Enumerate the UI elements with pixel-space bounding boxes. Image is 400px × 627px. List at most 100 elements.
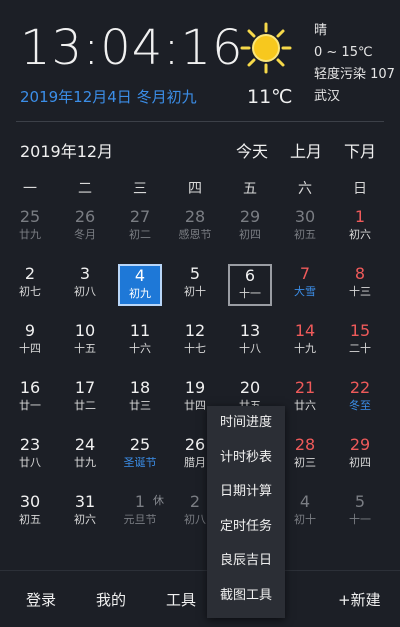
lunar-label: 廿六 [294, 399, 316, 412]
calendar-day[interactable]: 22 冬至 [338, 375, 382, 423]
calendar-day[interactable]: 15 二十 [338, 318, 382, 366]
lunar-label: 初四 [239, 228, 261, 241]
tools-button[interactable]: 工具 [166, 589, 196, 610]
lunar-label: 十八 [239, 342, 261, 355]
calendar-day[interactable]: 8 十三 [338, 261, 382, 309]
menu-item-time-progress[interactable]: 时间进度 [207, 406, 285, 440]
bottom-bar: 登录 我的 工具 +新建 [0, 570, 400, 627]
next-month-button[interactable]: 下月 [344, 138, 376, 162]
lunar-label: 十九 [294, 342, 316, 355]
day-number: 7 [299, 264, 311, 283]
calendar-day[interactable]: 10 十五 [63, 318, 107, 366]
menu-item-screenshot-tool[interactable]: 截图工具 [207, 579, 285, 613]
tools-menu: 时间进度 计时秒表 日期计算 定时任务 良辰吉日 截图工具 [207, 406, 285, 618]
rest-badge: 休 [153, 494, 164, 507]
calendar-day[interactable]: 21 廿六 [283, 375, 327, 423]
lunar-label: 大雪 [294, 285, 316, 298]
day-number: 4 [299, 492, 311, 511]
calendar-day[interactable]: 27 初二 [118, 204, 162, 252]
day-number: 31 [74, 492, 96, 511]
day-number: 16 [19, 378, 41, 397]
day-number: 9 [24, 321, 36, 340]
day-number: 8 [354, 264, 366, 283]
today-button[interactable]: 今天 [236, 138, 268, 162]
calendar-day[interactable]: 5 初十 [173, 261, 217, 309]
calendar-day[interactable]: 30 初五 [283, 204, 327, 252]
calendar-day[interactable]: 3 初八 [63, 261, 107, 309]
lunar-label: 初八 [74, 285, 96, 298]
lunar-label: 廿三 [129, 399, 151, 412]
day-number: 21 [294, 378, 316, 397]
weekday-label: 六 [298, 181, 312, 197]
weather-info[interactable]: 晴 0 ~ 15℃ 轻度污染 107 武汉 [314, 20, 395, 108]
calendar-day[interactable]: 28 初三 [283, 432, 327, 480]
day-number: 11 [129, 321, 151, 340]
weekday-label: 三 [133, 181, 147, 197]
day-number: 28 [294, 435, 316, 454]
lunar-label: 初六 [74, 513, 96, 526]
calendar-day[interactable]: 23 廿八 [8, 432, 52, 480]
new-button[interactable]: +新建 [338, 589, 381, 610]
menu-item-auspicious-day[interactable]: 良辰吉日 [207, 544, 285, 578]
current-temperature: 11℃ [247, 86, 293, 108]
temperature-range: 0 ~ 15℃ [314, 45, 373, 60]
day-number: 20 [239, 378, 261, 397]
day-number: 25 [129, 435, 151, 454]
weekday-label: 一 [23, 181, 37, 197]
weekday-label: 日 [353, 181, 367, 197]
city-name: 武汉 [314, 89, 341, 104]
day-number: 1 [354, 207, 366, 226]
lunar-label: 初十 [184, 285, 206, 298]
day-number: 29 [349, 435, 371, 454]
menu-item-stopwatch[interactable]: 计时秒表 [207, 441, 285, 475]
calendar-day[interactable]: 13 十八 [228, 318, 272, 366]
lunar-label: 十七 [184, 342, 206, 355]
day-number: 5 [189, 264, 201, 283]
day-number: 18 [129, 378, 151, 397]
day-number: 5 [354, 492, 366, 511]
day-number: 3 [79, 264, 91, 283]
calendar-day[interactable]: 31 初六 [63, 489, 107, 537]
month-title[interactable]: 2019年12月 [20, 138, 113, 162]
menu-item-scheduled-task[interactable]: 定时任务 [207, 510, 285, 544]
calendar-day[interactable]: 24 廿九 [63, 432, 107, 480]
login-button[interactable]: 登录 [26, 589, 56, 610]
calendar-day[interactable]: 6 十一 [228, 264, 272, 306]
day-number: 15 [349, 321, 371, 340]
calendar-day[interactable]: 14 十九 [283, 318, 327, 366]
calendar-day[interactable]: 2 初七 [8, 261, 52, 309]
lunar-label: 十一 [239, 287, 261, 300]
day-number: 19 [184, 378, 206, 397]
weekday-label: 五 [243, 181, 257, 197]
calendar-day[interactable]: 26 冬月 [63, 204, 107, 252]
day-number: 23 [19, 435, 41, 454]
calendar-day[interactable]: 29 初四 [338, 432, 382, 480]
calendar-day[interactable]: 12 十七 [173, 318, 217, 366]
lunar-label: 廿九 [74, 456, 96, 469]
calendar-day[interactable]: 29 初四 [228, 204, 272, 252]
calendar-day[interactable]: 17 廿二 [63, 375, 107, 423]
calendar-day[interactable]: 9 十四 [8, 318, 52, 366]
calendar-day[interactable]: 7 大雪 [283, 261, 327, 309]
lunar-label: 廿二 [74, 399, 96, 412]
calendar-day[interactable]: 4 初九 [118, 264, 162, 306]
calendar-day[interactable]: 25 圣诞节 [118, 432, 162, 480]
menu-item-date-calculator[interactable]: 日期计算 [207, 475, 285, 509]
lunar-label: 冬月 [74, 228, 96, 241]
calendar-day[interactable]: 25 廿九 [8, 204, 52, 252]
day-number: 22 [349, 378, 371, 397]
calendar-day[interactable]: 4 初十 [283, 489, 327, 537]
calendar-day[interactable]: 5 十一 [338, 489, 382, 537]
calendar-day[interactable]: 11 十六 [118, 318, 162, 366]
prev-month-button[interactable]: 上月 [290, 138, 322, 162]
lunar-label: 初五 [19, 513, 41, 526]
mine-button[interactable]: 我的 [96, 589, 126, 610]
calendar-day[interactable]: 16 廿一 [8, 375, 52, 423]
calendar-day[interactable]: 18 廿三 [118, 375, 162, 423]
date-lunar-line: 2019年12月4日 冬月初九 [20, 88, 197, 106]
calendar-day[interactable]: 28 感恩节 [173, 204, 217, 252]
day-number: 2 [24, 264, 36, 283]
calendar-day[interactable]: 30 初五 [8, 489, 52, 537]
calendar-day[interactable]: 1 初六 [338, 204, 382, 252]
lunar-label: 圣诞节 [123, 456, 157, 469]
